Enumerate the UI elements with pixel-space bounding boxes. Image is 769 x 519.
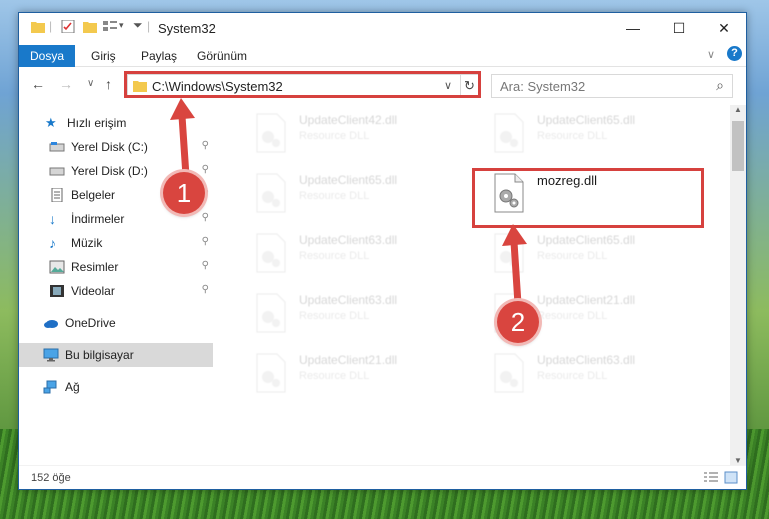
step-badge-1: 1 <box>163 172 205 214</box>
arrow-1 <box>170 98 195 180</box>
arrow-2 <box>502 224 527 308</box>
step-badge-2: 2 <box>497 301 539 343</box>
annotation-arrows <box>170 98 527 308</box>
